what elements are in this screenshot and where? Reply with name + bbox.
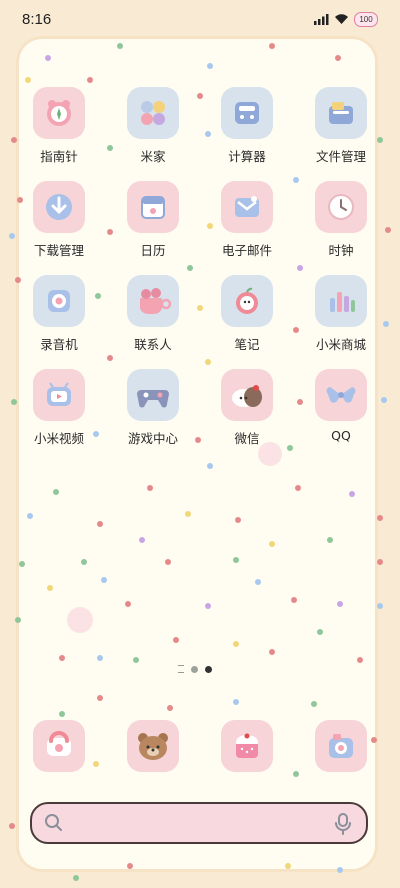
app-label: 日历 [140, 243, 166, 258]
app-mijia[interactable]: 米家 [113, 87, 193, 165]
battery-indicator: 100 [354, 11, 378, 27]
email-icon [221, 181, 273, 233]
qq-icon [315, 369, 367, 421]
app-label: 笔记 [234, 337, 260, 352]
app-label: 游戏中心 [127, 431, 178, 446]
page-list-icon[interactable] [178, 665, 184, 673]
recorder-icon [33, 275, 85, 327]
status-bar: 8:16 100 [0, 0, 400, 36]
contacts-icon [127, 275, 179, 327]
app-label: 录音机 [40, 337, 78, 352]
phone-icon [47, 731, 71, 756]
app-contacts[interactable]: 联系人 [113, 275, 193, 353]
game-center-icon [127, 369, 179, 421]
app-label: 下载管理 [33, 243, 84, 258]
app-mi-video[interactable]: 小米视频 [19, 369, 99, 447]
mi-video-icon [33, 369, 85, 421]
download-icon [33, 181, 85, 233]
app-qq[interactable]: QQ [301, 369, 381, 443]
app-recorder[interactable]: 录音机 [19, 275, 99, 353]
wechat-icon [221, 369, 273, 421]
file-manager-icon [315, 87, 367, 139]
page-indicator[interactable] [178, 664, 212, 674]
mijia-icon [127, 87, 179, 139]
microphone-icon[interactable] [334, 813, 352, 839]
app-label: 米家 [140, 149, 166, 164]
page-dot-2-active[interactable] [205, 665, 212, 673]
app-notes[interactable]: 笔记 [207, 275, 287, 353]
app-email[interactable]: 电子邮件 [207, 181, 287, 259]
app-clock[interactable]: 时钟 [301, 181, 381, 259]
search-icon[interactable] [44, 813, 64, 837]
app-game-center[interactable]: 游戏中心 [113, 369, 193, 447]
calculator-icon [221, 87, 273, 139]
app-label: 小米视频 [33, 431, 84, 446]
messages-bear-icon [138, 733, 168, 760]
dock-phone[interactable] [33, 720, 85, 772]
app-label: 联系人 [134, 337, 172, 352]
search-bar[interactable] [30, 802, 368, 844]
app-calculator[interactable]: 计算器 [207, 87, 287, 165]
clock-icon [315, 181, 367, 233]
camera-icon [329, 734, 353, 758]
mi-store-icon [315, 275, 367, 327]
compass-icon [33, 87, 85, 139]
app-label: 计算器 [228, 149, 266, 164]
app-label: QQ [331, 428, 351, 443]
app-wechat[interactable]: 微信 [207, 369, 287, 447]
signal-icon [314, 13, 329, 25]
app-label: 电子邮件 [221, 243, 272, 258]
app-calendar[interactable]: 日历 [113, 181, 193, 259]
calendar-icon [127, 181, 179, 233]
app-compass[interactable]: 指南针 [19, 87, 99, 165]
status-time: 8:16 [22, 11, 52, 28]
app-label: 小米商城 [315, 337, 366, 352]
app-label: 时钟 [328, 243, 354, 258]
dock-messages[interactable] [127, 720, 179, 772]
app-file-manager[interactable]: 文件管理 [301, 87, 381, 165]
app-mi-store[interactable]: 小米商城 [301, 275, 381, 353]
page-dot-1[interactable] [191, 665, 198, 673]
browser-cake-icon [236, 733, 258, 758]
app-label: 指南针 [40, 149, 78, 164]
app-label: 文件管理 [315, 149, 366, 164]
dock-browser[interactable] [221, 720, 273, 772]
app-download-manager[interactable]: 下载管理 [19, 181, 99, 259]
app-label: 微信 [234, 431, 260, 446]
wifi-icon [335, 14, 348, 24]
notes-icon [221, 275, 273, 327]
dock-camera[interactable] [315, 720, 367, 772]
